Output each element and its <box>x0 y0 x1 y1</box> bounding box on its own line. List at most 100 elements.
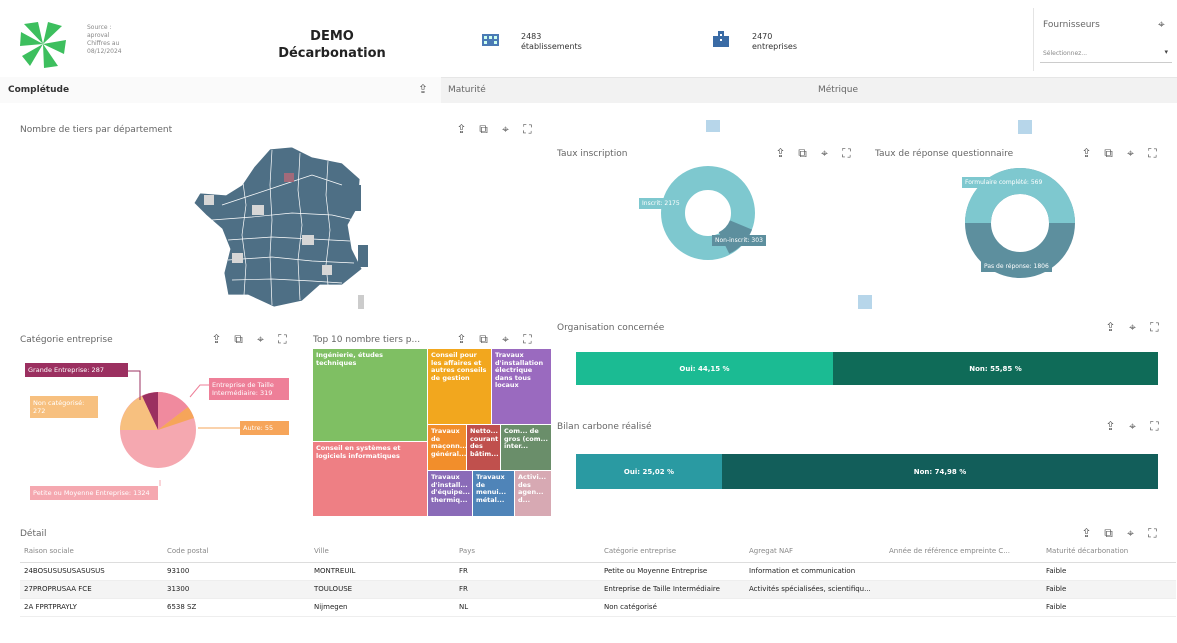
detail-toolbar: ⇪ ⧉ ⌖ ⛶ <box>1080 526 1159 541</box>
tab-completude[interactable]: Complétude <box>8 85 69 95</box>
bilan-non-segment[interactable]: Non: 74,98 % <box>722 454 1158 489</box>
table-cell: Faible <box>1042 562 1176 581</box>
inscrit-label: Inscrit: 2175 <box>639 198 683 209</box>
table-cell <box>745 598 885 617</box>
table-cell <box>885 598 1042 617</box>
column-header[interactable]: Raison sociale <box>20 541 163 563</box>
formulaire-label: Formulaire complété: 569 <box>962 177 1046 188</box>
treemap-cell[interactable]: Conseil pour les affaires et autres cons… <box>428 349 491 424</box>
tab-maturite[interactable]: Maturité <box>448 85 486 95</box>
filter-icon[interactable]: ⌖ <box>499 122 512 137</box>
kpi-entreprises: 2470 entreprises <box>752 32 798 51</box>
filter-icon[interactable]: ⌖ <box>818 146 831 161</box>
bilan-title: Bilan carbone réalisé <box>557 422 652 432</box>
export-icon[interactable]: ⇪ <box>774 146 787 161</box>
expand-icon[interactable]: ⛶ <box>276 332 289 347</box>
table-cell: TOULOUSE <box>310 580 455 599</box>
export-icon[interactable]: ⇪ <box>455 332 468 347</box>
table-cell: 27PROPRUSAA FCE <box>20 580 163 599</box>
table-row[interactable]: 27PROPRUSAA FCE 31300 TOULOUSE FR Entrep… <box>20 580 1176 599</box>
export-icon[interactable]: ⇪ <box>1104 320 1117 335</box>
categorie-toolbar: ⇪ ⧉ ⌖ ⛶ <box>210 332 289 347</box>
filter-icon[interactable]: ⌖ <box>499 332 512 347</box>
inscription-title: Taux inscription <box>557 149 628 159</box>
table-cell: 6538 SZ <box>163 598 310 617</box>
table-cell: NL <box>455 598 600 617</box>
reponse-title: Taux de réponse questionnaire <box>875 149 1014 159</box>
table-icon <box>1018 120 1032 134</box>
table-icon <box>858 295 872 309</box>
treemap-cell[interactable]: Netto... courant des bâtim... <box>467 425 500 470</box>
table-cell: MONTREUIL <box>310 562 455 581</box>
column-header[interactable]: Agregat NAF <box>745 541 885 563</box>
filter-icon[interactable]: ⌖ <box>1126 320 1139 335</box>
export-icon[interactable]: ⇪ <box>1104 419 1117 434</box>
treemap-cell[interactable]: Activi... des agen... d... <box>515 471 551 516</box>
export-icon[interactable]: ⇪ <box>1080 526 1093 541</box>
column-header[interactable]: Ville <box>310 541 455 563</box>
table-cell <box>885 580 1042 599</box>
reponse-toolbar: ⇪ ⧉ ⌖ ⛶ <box>1080 146 1159 161</box>
column-header[interactable]: Code postal <box>163 541 310 563</box>
treemap[interactable]: Ingénierie, études techniques Conseil en… <box>313 349 551 516</box>
table-icon <box>706 120 720 132</box>
expand-icon[interactable]: ⛶ <box>1146 146 1159 161</box>
table-cell: FR <box>455 580 600 599</box>
filter-label: Fournisseurs <box>1043 20 1100 30</box>
treemap-cell[interactable]: Conseil en systèmes et logiciels informa… <box>313 442 427 516</box>
table-cell <box>885 562 1042 581</box>
expand-icon[interactable]: ⛶ <box>1148 419 1161 434</box>
table-row[interactable]: 2A FPRTPRAYLY 6538 SZ Nijmegen NL Non ca… <box>20 598 1176 617</box>
expand-icon[interactable]: ⛶ <box>840 146 853 161</box>
table-cell: Faible <box>1042 580 1176 599</box>
organisation-non-segment[interactable]: Non: 55,85 % <box>833 352 1158 385</box>
organisation-title: Organisation concernée <box>557 323 665 333</box>
france-map[interactable] <box>192 145 382 315</box>
map-toolbar: ⇪ ⧉ ⌖ ⛶ <box>455 122 534 137</box>
table-cell: Activités spécialisées, scientifiqu... <box>745 580 885 599</box>
copy-icon[interactable]: ⧉ <box>1102 146 1115 161</box>
column-header[interactable]: Année de référence empreinte C... <box>885 541 1042 563</box>
table-cell: Nijmegen <box>310 598 455 617</box>
copy-icon[interactable]: ⧉ <box>1102 526 1115 541</box>
export-icon[interactable]: ⇪ <box>210 332 223 347</box>
treemap-cell[interactable]: Travaux de maçonn... général... <box>428 425 466 470</box>
column-header[interactable]: Catégorie entreprise <box>600 541 745 563</box>
table-cell: 31300 <box>163 580 310 599</box>
bilan-bar[interactable]: Oui: 25,02 % Non: 74,98 % <box>576 454 1158 489</box>
column-header[interactable]: Maturité décarbonation <box>1042 541 1176 563</box>
map-title: Nombre de tiers par département <box>20 125 173 135</box>
expand-icon[interactable]: ⛶ <box>521 332 534 347</box>
copy-icon[interactable]: ⧉ <box>796 146 809 161</box>
expand-icon[interactable]: ⛶ <box>1146 526 1159 541</box>
inscription-donut[interactable] <box>653 163 773 283</box>
copy-icon[interactable]: ⧉ <box>232 332 245 347</box>
bilan-oui-segment[interactable]: Oui: 25,02 % <box>576 454 722 489</box>
filter-options-icon[interactable]: ⌖ <box>1158 17 1165 32</box>
filter-icon[interactable]: ⌖ <box>1126 419 1139 434</box>
export-icon[interactable]: ⇪ <box>455 122 468 137</box>
column-header[interactable]: Pays <box>455 541 600 563</box>
copy-icon[interactable]: ⧉ <box>477 122 490 137</box>
table-row[interactable]: 24BOSUSUSUSASUSUS 93100 MONTREUIL FR Pet… <box>20 562 1176 581</box>
top10-title: Top 10 nombre tiers p... <box>313 335 421 345</box>
export-icon[interactable]: ⇪ <box>1080 146 1093 161</box>
organisation-bar[interactable]: Oui: 44,15 % Non: 55,85 % <box>576 352 1158 385</box>
treemap-cell[interactable]: Ingénierie, études techniques <box>313 349 427 441</box>
treemap-cell[interactable]: Travaux d'installation électrique dans t… <box>492 349 551 424</box>
expand-icon[interactable]: ⛶ <box>1148 320 1161 335</box>
export-icon[interactable]: ⇪ <box>418 82 428 96</box>
expand-icon[interactable]: ⛶ <box>521 122 534 137</box>
filter-icon[interactable]: ⌖ <box>1124 146 1137 161</box>
filter-icon[interactable]: ⌖ <box>254 332 267 347</box>
table-cell: 93100 <box>163 562 310 581</box>
bilan-toolbar: ⇪ ⌖ ⛶ <box>1104 419 1161 434</box>
tab-metrique[interactable]: Métrique <box>818 85 858 95</box>
treemap-cell[interactable]: Travaux d'install... d'équipe... thermiq… <box>428 471 472 516</box>
copy-icon[interactable]: ⧉ <box>477 332 490 347</box>
organisation-oui-segment[interactable]: Oui: 44,15 % <box>576 352 833 385</box>
supplier-select[interactable]: Sélectionnez... ▾ <box>1040 45 1172 63</box>
treemap-cell[interactable]: Com... de gros (com... inter... <box>501 425 551 470</box>
filter-icon[interactable]: ⌖ <box>1124 526 1137 541</box>
treemap-cell[interactable]: Travaux de menui... métal... <box>473 471 514 516</box>
